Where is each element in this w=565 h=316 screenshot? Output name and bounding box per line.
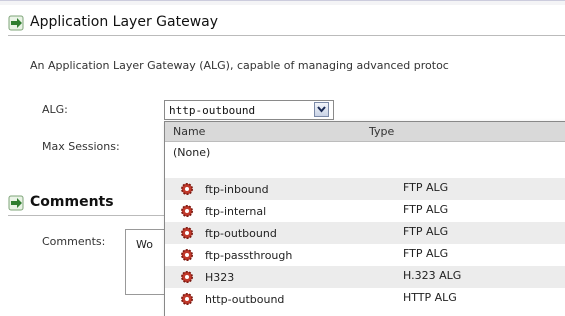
gear-icon (181, 271, 193, 283)
option-name: (None) (173, 146, 211, 159)
gear-icon (181, 249, 193, 261)
option-type: FTP ALG (403, 203, 449, 216)
gear-icon (181, 227, 193, 239)
alg-dropdown-list[interactable]: Name Type (None) ftp-inbound FTP ALG ftp… (164, 121, 565, 316)
option-type: FTP ALG (403, 181, 449, 194)
comments-text: Wo (136, 238, 153, 251)
alg-section-title: Application Layer Gateway (30, 14, 219, 30)
column-header-name: Name (173, 125, 206, 138)
option-name: ftp-outbound (205, 227, 277, 240)
dropdown-option[interactable]: ftp-internal FTP ALG (165, 200, 565, 222)
alg-select[interactable]: http-outbound (164, 100, 334, 120)
option-type: FTP ALG (403, 225, 449, 238)
alg-label: ALG: (42, 103, 68, 116)
option-type: H.323 ALG (403, 269, 462, 282)
dropdown-option[interactable]: ftp-outbound FTP ALG (165, 222, 565, 244)
column-header-type: Type (369, 125, 395, 138)
option-name: ftp-passthrough (205, 249, 293, 262)
comments-section-title: Comments (30, 194, 114, 210)
top-border (0, 0, 565, 5)
green-arrow-icon (8, 15, 24, 31)
alg-select-value: http-outbound (169, 104, 256, 117)
option-name: ftp-internal (205, 205, 267, 218)
alg-description: An Application Layer Gateway (ALG), capa… (30, 59, 449, 72)
dropdown-header: Name Type (165, 122, 565, 142)
dropdown-option[interactable]: ftp-inbound FTP ALG (165, 178, 565, 200)
option-type: FTP ALG (403, 247, 449, 260)
dropdown-option[interactable]: http-outbound HTTP ALG (165, 288, 565, 310)
option-name: http-outbound (205, 293, 285, 306)
alg-section-header: Application Layer Gateway (8, 13, 565, 36)
dropdown-option[interactable]: H323 H.323 ALG (165, 266, 565, 288)
gear-icon (181, 205, 193, 217)
comments-label: Comments: (42, 235, 106, 248)
green-arrow-icon (8, 195, 24, 211)
dropdown-option-none[interactable]: (None) (165, 142, 565, 164)
gear-icon (181, 293, 193, 305)
option-type: HTTP ALG (403, 291, 457, 304)
chevron-down-icon[interactable] (314, 102, 329, 117)
max-sessions-label: Max Sessions: (42, 140, 120, 153)
option-name: ftp-inbound (205, 183, 269, 196)
gear-icon (181, 183, 193, 195)
dropdown-option[interactable]: ftp-passthrough FTP ALG (165, 244, 565, 266)
option-name: H323 (205, 271, 235, 284)
